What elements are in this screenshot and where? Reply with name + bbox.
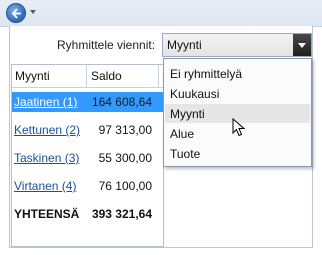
column-divider[interactable] [158,65,159,87]
mouse-pointer-icon [232,117,246,143]
column-header-myynti[interactable]: Myynti [15,69,50,83]
total-row: YHTEENSÄ 393 321,64 [12,204,163,224]
option-label: Myynti [170,107,205,121]
option-label: Ei ryhmittelyä [170,67,243,81]
row-amount: 164 608,64 [91,95,152,109]
group-by-dropdown-list: Ei ryhmittelyä Kuukausi Myynti Alue Tuot… [163,58,312,167]
row-amount: 97 313,00 [98,123,152,137]
group-by-value: Myynti [167,38,202,52]
option-label: Kuukausi [170,87,220,101]
table-row[interactable]: Virtanen (4) 76 100,00 [12,176,163,196]
option-label: Alue [170,127,195,141]
option-kuukausi[interactable]: Kuukausi [165,84,310,103]
table-row[interactable]: Taskinen (3) 55 300,00 [12,148,163,168]
column-header-saldo[interactable]: Saldo [91,69,122,83]
table-row[interactable]: Jaatinen (1) 164 608,64 [12,92,163,112]
group-by-label: Ryhmittele viennit: [57,38,156,52]
total-label: YHTEENSÄ [14,207,80,221]
chevron-down-icon[interactable] [30,10,36,14]
option-ei-ryhmittelya[interactable]: Ei ryhmittelyä [165,64,310,83]
row-name-link[interactable]: Virtanen (4) [14,179,76,193]
column-divider[interactable] [86,65,87,87]
row-amount: 55 300,00 [98,151,152,165]
row-name-link[interactable]: Kettunen (2) [14,123,80,137]
dropdown-arrow-icon[interactable] [293,34,311,56]
row-amount: 76 100,00 [98,179,152,193]
option-label: Tuote [170,147,201,161]
sales-table: Myynti Saldo Jaatinen (1) 164 608,64 Ket… [11,64,164,247]
table-row[interactable]: Kettunen (2) 97 313,00 [12,120,163,140]
back-arrow-icon[interactable] [6,3,26,23]
row-name-link[interactable]: Taskinen (3) [14,151,79,165]
row-name-link[interactable]: Jaatinen (1) [14,95,77,109]
toolbar [0,0,322,27]
group-by-combobox[interactable]: Myynti [162,33,312,57]
total-amount: 393 321,64 [91,207,152,221]
option-tuote[interactable]: Tuote [165,144,310,163]
table-header: Myynti Saldo [12,65,163,88]
